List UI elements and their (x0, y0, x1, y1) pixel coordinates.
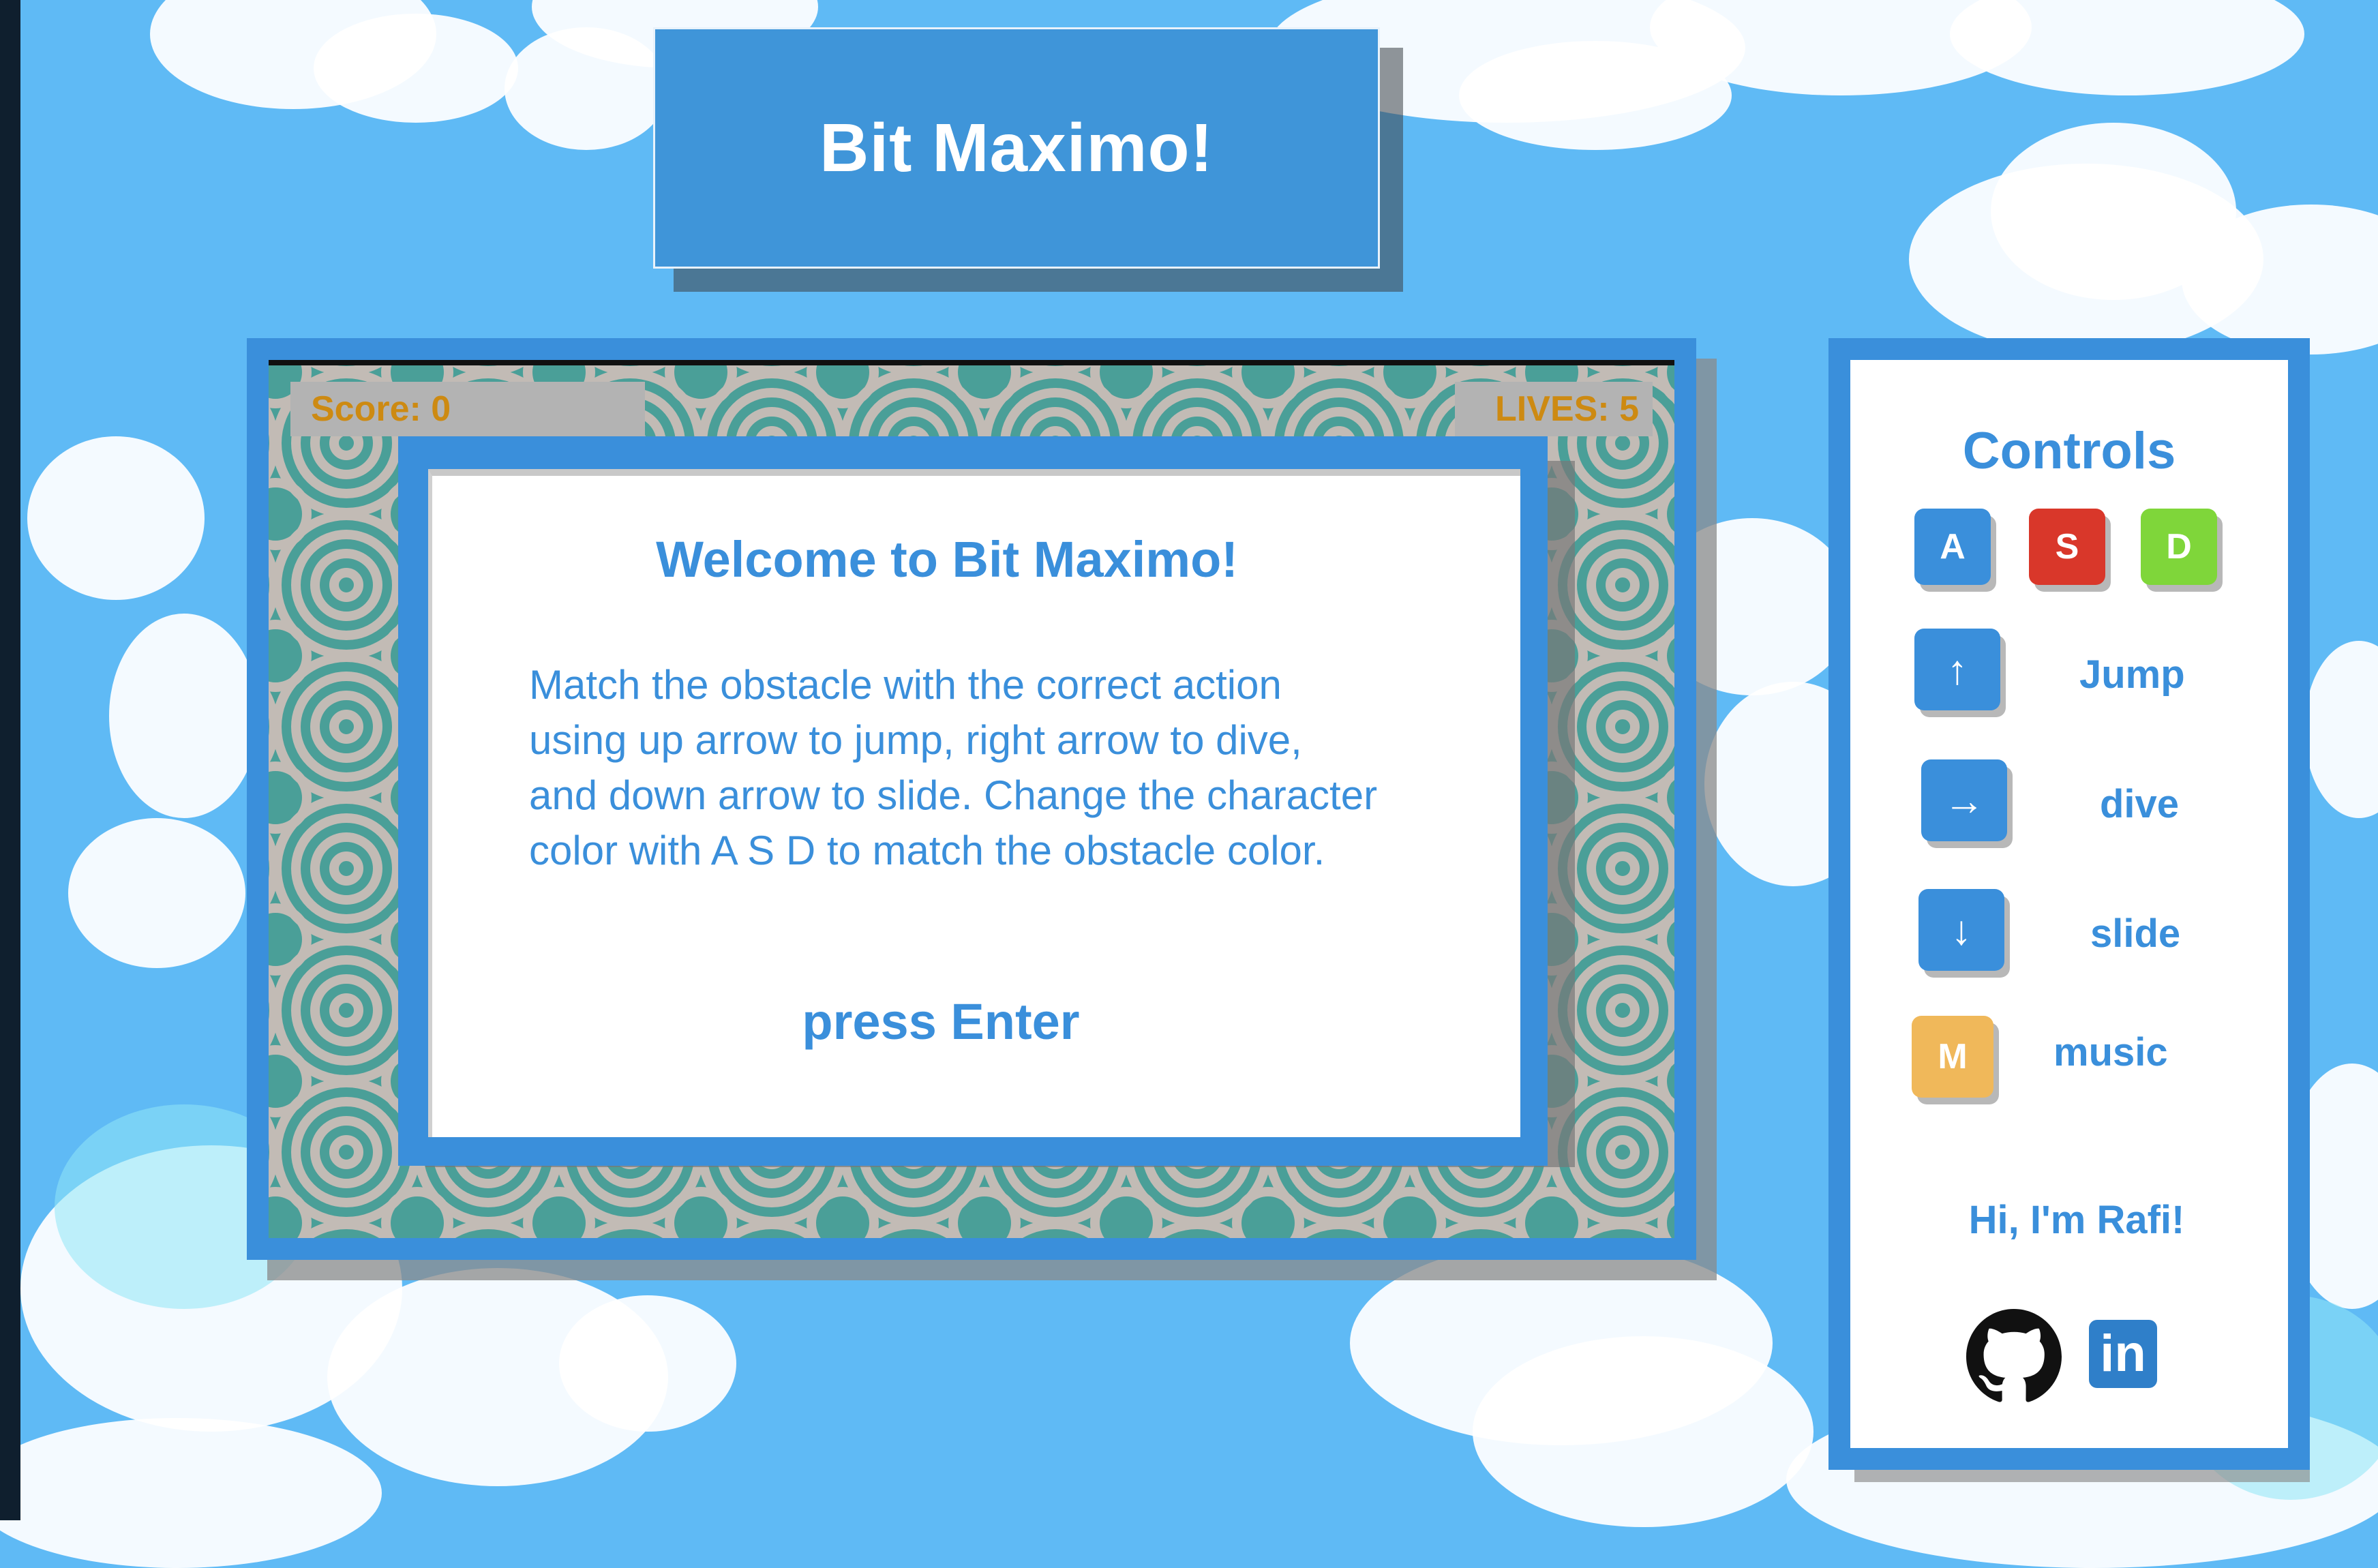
music-key-m[interactable]: M (1912, 1016, 1993, 1098)
welcome-heading: Welcome to Bit Maximo! (656, 531, 1238, 588)
color-key-a[interactable]: A (1914, 509, 1991, 585)
controls-panel: Controls A S D ↑ Jump → dive ↓ slide M m… (1828, 338, 2310, 1470)
press-enter-prompt[interactable]: press Enter (432, 993, 1449, 1051)
color-key-s[interactable]: S (2029, 509, 2105, 585)
jump-label: Jump (2079, 652, 2185, 697)
instructions-line: using up arrow to jump, right arrow to d… (529, 717, 1302, 763)
game-title-banner: Bit Maximo! (653, 27, 1380, 269)
welcome-modal-body: Welcome to Bit Maximo! Match the obstacl… (428, 469, 1520, 1137)
linkedin-icon[interactable]: in (2089, 1320, 2157, 1388)
controls-panel-body: Controls A S D ↑ Jump → dive ↓ slide M m… (1850, 360, 2288, 1448)
lives-display: LIVES: 5 (1455, 382, 1653, 436)
instructions-text: Match the obstacle with the correct acti… (529, 657, 1497, 878)
linkedin-logo-text: in (2100, 1325, 2146, 1383)
score-display: Score: 0 (290, 382, 645, 436)
instructions-line: Match the obstacle with the correct acti… (529, 662, 1282, 708)
window-edge (0, 0, 20, 1520)
arrow-right-icon[interactable]: → (1921, 759, 2007, 841)
slide-label: slide (2090, 911, 2181, 956)
game-title: Bit Maximo! (819, 109, 1214, 186)
instructions-line: color with A S D to match the obstacle c… (529, 828, 1325, 873)
arrow-down-icon[interactable]: ↓ (1918, 889, 2004, 971)
color-key-d[interactable]: D (2141, 509, 2217, 585)
instructions-line: and down arrow to slide. Change the char… (529, 772, 1378, 818)
greeting-text: Hi, I'm Rafi! (1968, 1198, 2185, 1242)
music-label: music (2053, 1030, 2168, 1074)
dive-label: dive (2100, 782, 2180, 826)
github-icon[interactable] (1966, 1309, 2062, 1404)
welcome-modal: Welcome to Bit Maximo! Match the obstacl… (398, 436, 1548, 1166)
arrow-up-icon[interactable]: ↑ (1914, 629, 2000, 710)
controls-title: Controls (1962, 422, 2176, 480)
